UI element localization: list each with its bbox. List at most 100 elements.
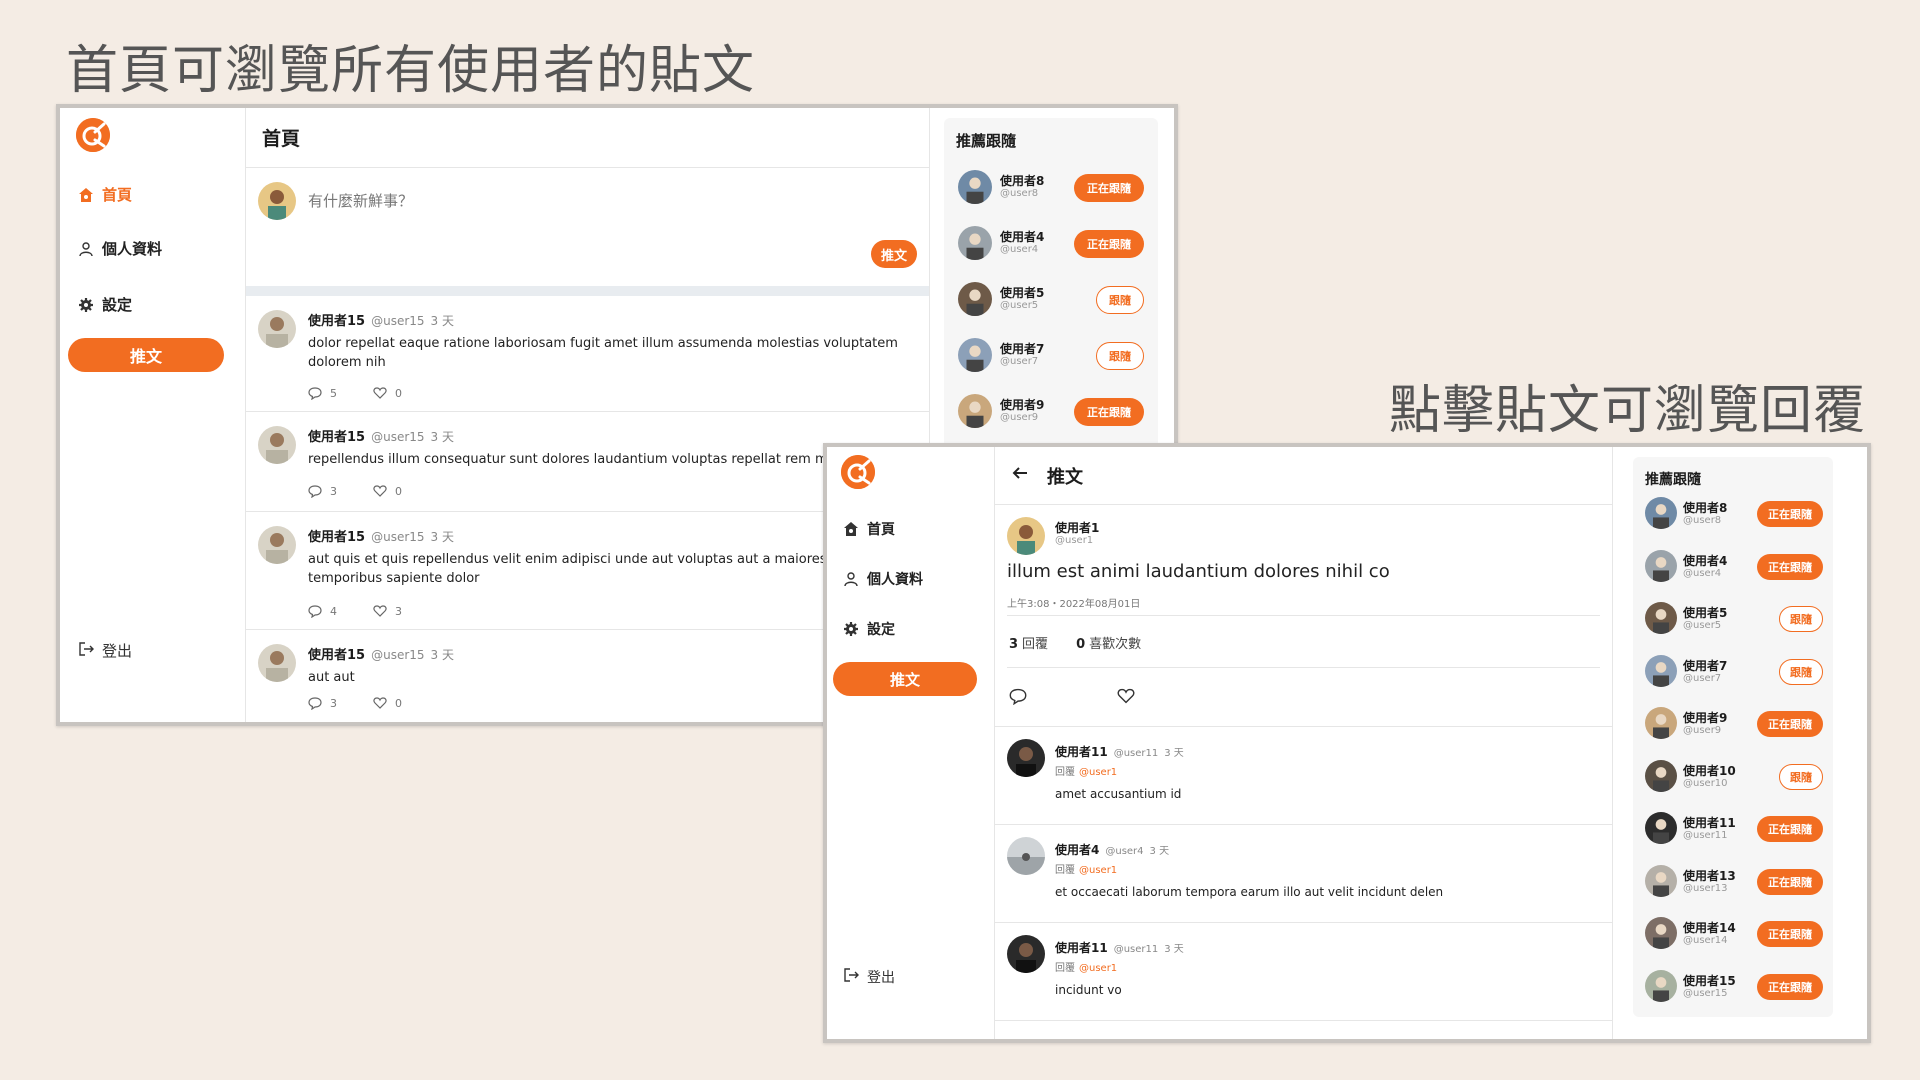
back-arrow-icon[interactable] bbox=[1011, 464, 1029, 487]
tweet-button[interactable]: 推文 bbox=[68, 338, 224, 372]
reply-count[interactable]: 4 bbox=[308, 604, 337, 618]
recommend-user-name: 使用者9 bbox=[1683, 711, 1728, 725]
recommend-user-item[interactable]: 使用者4 @user4 正在跟隨 bbox=[1633, 546, 1833, 602]
nav-settings[interactable]: 設定 bbox=[843, 619, 895, 639]
list-item[interactable]: 使用者11 @user11 3 天 回覆 @user1 incidunt vo bbox=[995, 923, 1612, 1021]
avatar bbox=[958, 170, 992, 204]
post-stats: 5 0 bbox=[308, 386, 402, 400]
user-icon bbox=[78, 241, 94, 257]
avatar bbox=[1645, 812, 1677, 844]
heart-icon bbox=[373, 485, 387, 497]
following-button[interactable]: 正在跟隨 bbox=[1074, 398, 1144, 426]
avatar bbox=[258, 426, 296, 464]
following-button[interactable]: 正在跟隨 bbox=[1757, 711, 1823, 737]
avatar bbox=[1645, 917, 1677, 949]
tweet-detail-frame: 首頁 個人資料 設定 推文 登出 推文 使用者1 @user1 illum es… bbox=[823, 443, 1871, 1043]
comment-icon bbox=[308, 697, 322, 710]
recommend-user-item[interactable]: 使用者10 @user10 跟隨 bbox=[1633, 756, 1833, 812]
compose-input[interactable]: 有什麼新鮮事？ bbox=[308, 190, 413, 211]
heart-icon[interactable] bbox=[1117, 687, 1135, 709]
recommend-user-item[interactable]: 使用者5 @user5 跟隨 bbox=[944, 278, 1158, 334]
post-author: 使用者15 @user15 3 天 bbox=[308, 314, 454, 329]
following-button[interactable]: 正在跟隨 bbox=[1757, 553, 1823, 580]
recommend-user-item[interactable]: 使用者4 @user4 正在跟隨 bbox=[944, 222, 1158, 278]
following-button[interactable]: 正在跟隨 bbox=[1757, 921, 1823, 947]
page-title-text: 推文 bbox=[1047, 466, 1083, 488]
following-button[interactable]: 正在跟隨 bbox=[1074, 230, 1144, 258]
like-count: 0 喜歡次數 bbox=[1076, 637, 1142, 652]
follow-button[interactable]: 跟隨 bbox=[1096, 342, 1144, 370]
like-count[interactable]: 0 bbox=[373, 696, 402, 710]
caption-home-feed: 首頁可瀏覽所有使用者的貼文 bbox=[66, 41, 756, 101]
list-item[interactable]: 使用者15 @user15 3 天 dolor repellat eaque rat… bbox=[246, 296, 929, 412]
divider bbox=[1007, 667, 1600, 668]
list-item[interactable]: 使用者4 @user4 3 天 回覆 @user1 et occaecati labo… bbox=[995, 825, 1612, 923]
recommend-user-item[interactable]: 使用者13 @user13 正在跟隨 bbox=[1633, 861, 1833, 917]
recommend-user-item[interactable]: 使用者7 @user7 跟隨 bbox=[1633, 651, 1833, 707]
following-button[interactable]: 正在跟隨 bbox=[1074, 174, 1144, 202]
avatar bbox=[1007, 935, 1045, 973]
list-item[interactable]: 使用者11 @user11 3 天 回覆 @user1 amet accusantiu… bbox=[995, 727, 1612, 825]
recommend-user-name: 使用者7 bbox=[1000, 342, 1045, 356]
recommend-user-item[interactable]: 使用者14 @user14 正在跟隨 bbox=[1633, 913, 1833, 969]
heart-icon bbox=[373, 605, 387, 617]
like-count[interactable]: 0 bbox=[373, 484, 402, 498]
recommend-user-name: 使用者9 bbox=[1000, 398, 1045, 412]
reply-to: 回覆 @user1 bbox=[1055, 865, 1118, 876]
following-button[interactable]: 正在跟隨 bbox=[1757, 816, 1823, 842]
recommend-user-handle: @user10 bbox=[1683, 777, 1728, 789]
logout-button[interactable]: 登出 bbox=[843, 967, 895, 987]
logo-icon[interactable] bbox=[76, 118, 110, 152]
nav-home[interactable]: 首頁 bbox=[843, 519, 895, 539]
recommend-user-item[interactable]: 使用者5 @user5 跟隨 bbox=[1633, 598, 1833, 654]
recommend-user-item[interactable]: 使用者7 @user7 跟隨 bbox=[944, 334, 1158, 390]
tweet-button[interactable]: 推文 bbox=[833, 662, 977, 696]
follow-button[interactable]: 跟隨 bbox=[1779, 658, 1823, 685]
recommend-user-item[interactable]: 使用者9 @user9 正在跟隨 bbox=[944, 390, 1158, 446]
recommend-user-item[interactable]: 使用者8 @user8 正在跟隨 bbox=[944, 166, 1158, 222]
sidebar: 首頁 個人資料 設定 推文 登出 bbox=[60, 108, 246, 722]
nav-profile[interactable]: 個人資料 bbox=[78, 238, 162, 259]
following-button[interactable]: 正在跟隨 bbox=[1757, 868, 1823, 895]
nav-profile[interactable]: 個人資料 bbox=[843, 569, 923, 589]
comment-icon bbox=[308, 485, 322, 498]
recommend-user-name: 使用者14 bbox=[1683, 921, 1736, 935]
reply-author: 使用者11 @user11 3 天 bbox=[1055, 745, 1184, 759]
recommend-user-item[interactable]: 使用者11 @user11 正在跟隨 bbox=[1633, 808, 1833, 864]
recommend-user-name: 使用者4 bbox=[1000, 230, 1045, 244]
recommend-user-name: 使用者5 bbox=[1000, 286, 1045, 300]
nav-home[interactable]: 首頁 bbox=[78, 184, 132, 205]
logo-icon[interactable] bbox=[841, 455, 875, 489]
following-button[interactable]: 正在跟隨 bbox=[1757, 973, 1823, 1000]
recommend-user-item[interactable]: 使用者15 @user15 正在跟隨 bbox=[1633, 966, 1833, 1022]
follow-button[interactable]: 跟隨 bbox=[1779, 763, 1823, 790]
recommend-user-name: 使用者8 bbox=[1683, 501, 1728, 515]
recommend-user-name: 使用者11 bbox=[1683, 816, 1736, 830]
nav-profile-label: 個人資料 bbox=[867, 572, 923, 588]
following-button[interactable]: 正在跟隨 bbox=[1757, 501, 1823, 527]
like-count[interactable]: 0 bbox=[373, 386, 402, 400]
logout-button[interactable]: 登出 bbox=[78, 640, 132, 661]
comment-icon[interactable] bbox=[1009, 687, 1027, 709]
logout-icon bbox=[843, 967, 859, 987]
nav-settings[interactable]: 設定 bbox=[78, 294, 132, 315]
reply-text: amet accusantium id bbox=[1055, 787, 1182, 801]
recommend-user-item[interactable]: 使用者9 @user9 正在跟隨 bbox=[1633, 703, 1833, 759]
follow-button[interactable]: 跟隨 bbox=[1779, 606, 1823, 632]
compose-submit-button[interactable]: 推文 bbox=[871, 240, 917, 268]
like-count[interactable]: 3 bbox=[373, 604, 402, 618]
heart-icon bbox=[373, 387, 387, 399]
recommend-user-item[interactable]: 使用者8 @user8 正在跟隨 bbox=[1633, 493, 1833, 549]
follow-button[interactable]: 跟隨 bbox=[1096, 286, 1144, 314]
nav-profile-label: 個人資料 bbox=[102, 240, 163, 258]
reply-count[interactable]: 5 bbox=[308, 386, 337, 400]
avatar bbox=[1645, 602, 1677, 634]
reply-count[interactable]: 3 bbox=[308, 696, 337, 710]
recommend-user-name: 使用者13 bbox=[1683, 868, 1736, 883]
avatar bbox=[258, 310, 296, 348]
recommend-user-name: 使用者10 bbox=[1683, 763, 1736, 778]
reply-text: incidunt vo bbox=[1055, 983, 1122, 997]
gear-icon bbox=[843, 621, 859, 637]
reply-count[interactable]: 3 bbox=[308, 484, 337, 498]
divider bbox=[1007, 615, 1600, 616]
